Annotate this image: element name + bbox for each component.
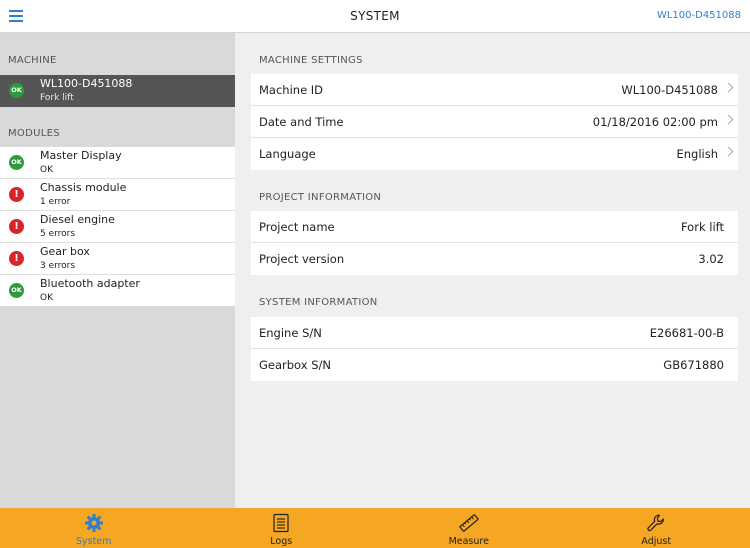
setting-value: 01/18/2016 02:00 pm (592, 115, 718, 129)
module-item-master-display[interactable]: OK Master Display OK (0, 147, 235, 179)
modules-list: OK Master Display OK ! Chassis module 1 … (0, 147, 235, 307)
tab-system[interactable]: System (0, 508, 188, 548)
machine-name: WL100-D451088 (40, 77, 133, 90)
module-status: 1 error (40, 197, 71, 207)
modules-section-label: MODULES (8, 128, 60, 139)
module-status: OK (40, 165, 53, 175)
module-status: 3 errors (40, 261, 76, 271)
tab-adjust[interactable]: Adjust (563, 508, 750, 548)
chevron-right-icon (723, 82, 734, 93)
info-value: Fork lift (680, 220, 724, 234)
error-status-icon: ! (9, 219, 24, 234)
tab-label: System (76, 536, 112, 547)
error-status-icon: ! (9, 251, 24, 266)
tab-measure[interactable]: Measure (375, 508, 563, 548)
module-status: OK (40, 293, 53, 303)
sidebar: MACHINE OK WL100-D451088 Fork lift MODUL… (0, 33, 235, 508)
machine-settings-group: Machine ID WL100-D451088 Date and Time 0… (251, 74, 738, 170)
info-value: GB671880 (663, 358, 724, 372)
setting-label: Machine ID (259, 83, 324, 97)
system-information-title: SYSTEM INFORMATION (259, 297, 378, 308)
info-label: Gearbox S/N (259, 358, 331, 372)
machine-type: Fork lift (40, 93, 74, 103)
error-status-icon: ! (9, 187, 24, 202)
module-item-bluetooth-adapter[interactable]: OK Bluetooth adapter OK (0, 275, 235, 307)
module-item-chassis-module[interactable]: ! Chassis module 1 error (0, 179, 235, 211)
info-row-gearbox-sn: Gearbox S/N GB671880 (251, 349, 738, 381)
module-name: Diesel engine (40, 213, 115, 226)
setting-label: Language (259, 147, 316, 161)
ok-status-icon: OK (9, 83, 24, 98)
info-row-engine-sn: Engine S/N E26681-00-B (251, 317, 738, 349)
setting-value: WL100-D451088 (621, 83, 718, 97)
ok-status-icon: OK (9, 283, 24, 298)
system-information-group: Engine S/N E26681-00-B Gearbox S/N GB671… (251, 317, 738, 381)
module-name: Gear box (40, 245, 90, 258)
module-name: Chassis module (40, 181, 127, 194)
info-value: 3.02 (698, 252, 724, 266)
header-machine-id-link[interactable]: WL100-D451088 (657, 10, 741, 21)
info-value: E26681-00-B (649, 326, 724, 340)
module-item-gear-box[interactable]: ! Gear box 3 errors (0, 243, 235, 275)
setting-row-language[interactable]: Language English (251, 138, 738, 170)
info-row-project-version: Project version 3.02 (251, 243, 738, 275)
gear-icon (84, 514, 103, 532)
logs-icon (273, 513, 289, 533)
top-bar: SYSTEM WL100-D451088 (0, 0, 750, 33)
machine-section-label: MACHINE (8, 55, 57, 66)
info-label: Engine S/N (259, 326, 322, 340)
chevron-right-icon (723, 146, 734, 157)
bottom-tab-bar: System Logs Measure Adjust (0, 508, 750, 548)
ruler-icon (459, 514, 479, 532)
info-row-project-name: Project name Fork lift (251, 211, 738, 243)
info-label: Project version (259, 252, 345, 266)
sidebar-machine-item[interactable]: OK WL100-D451088 Fork lift (0, 75, 235, 107)
tab-logs[interactable]: Logs (188, 508, 376, 548)
tab-label: Measure (448, 536, 489, 547)
setting-row-date-time[interactable]: Date and Time 01/18/2016 02:00 pm (251, 106, 738, 138)
module-item-diesel-engine[interactable]: ! Diesel engine 5 errors (0, 211, 235, 243)
module-name: Bluetooth adapter (40, 277, 140, 290)
tab-label: Logs (270, 536, 293, 547)
chevron-right-icon (723, 114, 734, 125)
tab-label: Adjust (641, 536, 672, 547)
setting-label: Date and Time (259, 115, 344, 129)
main-content: MACHINE SETTINGS Machine ID WL100-D45108… (235, 33, 750, 508)
module-name: Master Display (40, 149, 122, 162)
project-information-title: PROJECT INFORMATION (259, 192, 382, 203)
info-label: Project name (259, 220, 335, 234)
setting-row-machine-id[interactable]: Machine ID WL100-D451088 (251, 74, 738, 106)
project-information-group: Project name Fork lift Project version 3… (251, 211, 738, 275)
module-status: 5 errors (40, 229, 76, 239)
machine-settings-title: MACHINE SETTINGS (259, 55, 363, 66)
page-title: SYSTEM (350, 9, 400, 23)
wrench-icon (647, 514, 665, 532)
ok-status-icon: OK (9, 155, 24, 170)
setting-value: English (676, 147, 718, 161)
